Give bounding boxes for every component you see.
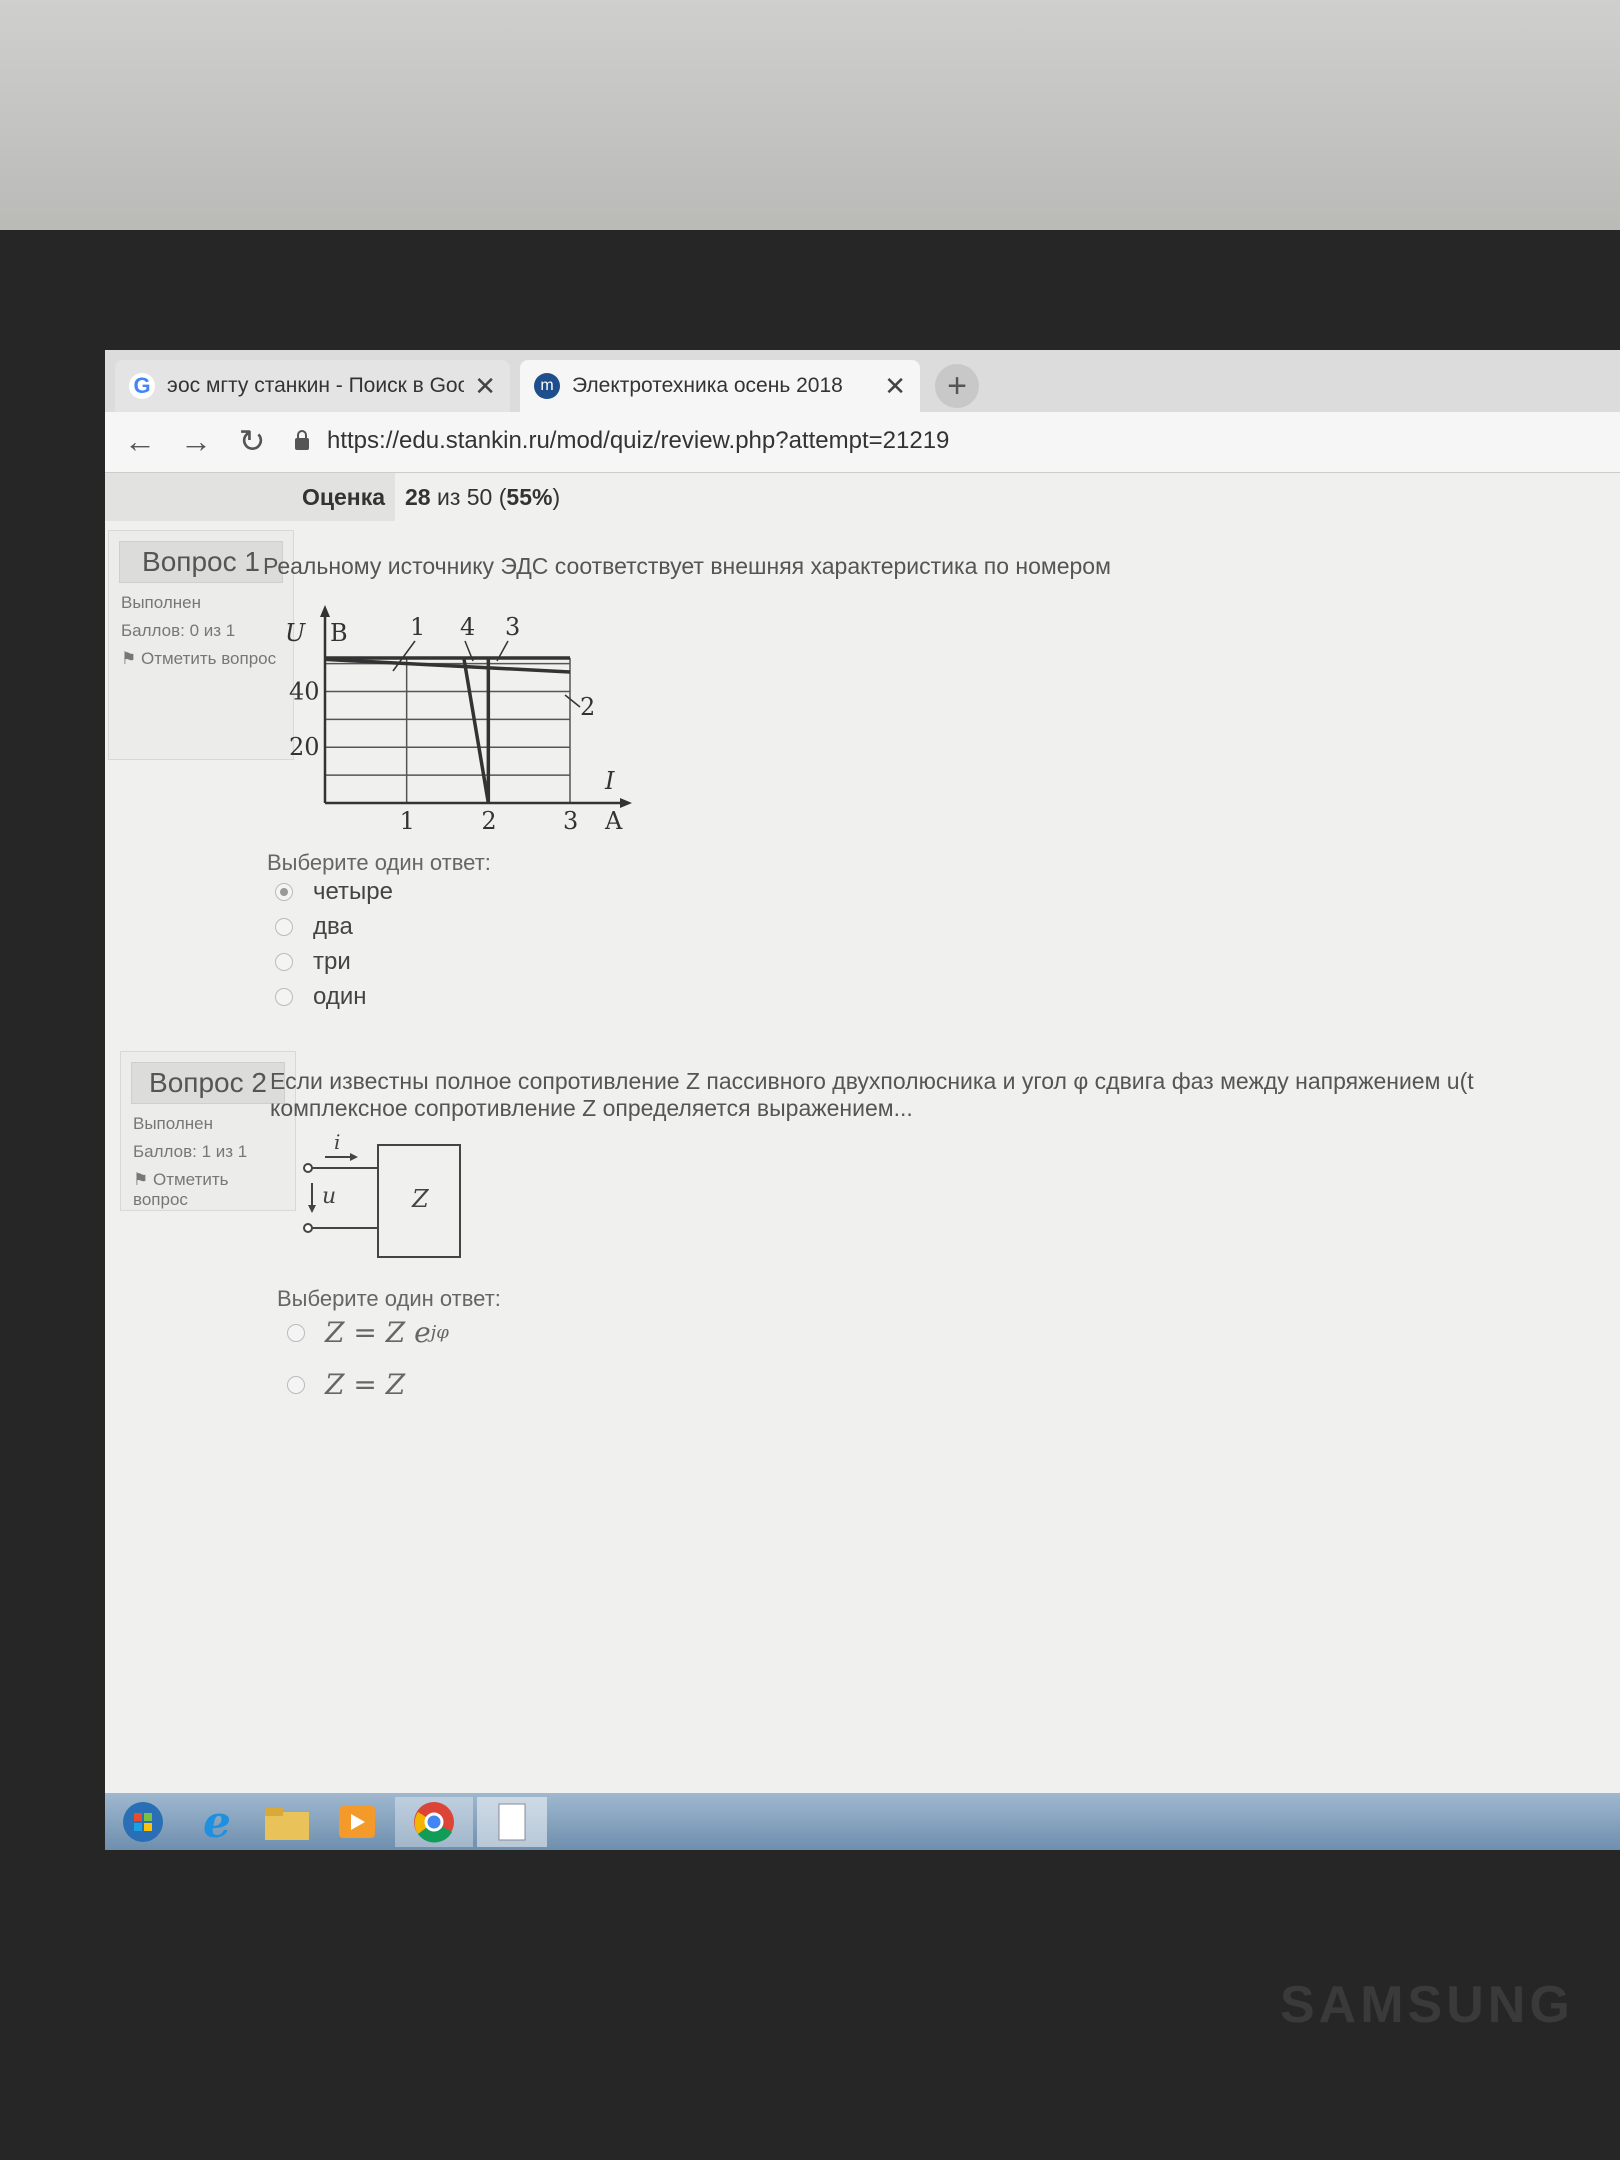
top-terminal (303, 1163, 313, 1173)
x-axis-label: I (604, 767, 615, 795)
option-chetyre[interactable]: четыре (275, 878, 393, 906)
question-number: Вопрос 2 (131, 1062, 285, 1104)
ie-icon[interactable]: e (185, 1797, 249, 1848)
radio-button[interactable] (275, 953, 293, 971)
y-axis-arrow (320, 605, 330, 617)
media-icon[interactable] (325, 1797, 389, 1847)
flag-question-link[interactable]: ⚑ Отметить вопрос (133, 1170, 285, 1210)
moodle-icon: m (534, 373, 560, 399)
question-2-text-line1: Если известны полное сопротивление Z пас… (270, 1068, 1474, 1094)
samsung-logo: SAMSUNG (1280, 1976, 1574, 2034)
y-tick-label: 20 (289, 733, 320, 761)
tab-title: эос мгту станкин - Поиск в Goo (167, 374, 465, 397)
curve-label-1: 1 (410, 613, 425, 641)
radio-button[interactable] (275, 883, 293, 901)
tab-search[interactable]: G эос мгту станкин - Поиск в Goo ✕ (115, 360, 510, 412)
question-1-text: Реальному источнику ЭДС соответствует вн… (263, 553, 1111, 579)
series-line-4 (462, 657, 491, 804)
chrome-icon[interactable] (395, 1797, 473, 1847)
option-tri[interactable]: три (275, 948, 351, 976)
lock-icon (295, 430, 309, 450)
radio-button[interactable] (275, 918, 293, 936)
x-tick-label: 2 (481, 807, 496, 835)
close-icon[interactable]: ✕ (474, 371, 496, 402)
bottom-terminal (303, 1223, 313, 1233)
leader-line-1 (392, 640, 416, 672)
curve-label-3: 3 (505, 613, 520, 641)
y-tick-label: 40 (289, 677, 320, 705)
option-formula-plain[interactable]: Z = Z (287, 1368, 405, 1401)
tab-quiz[interactable]: m Электротехника осень 2018 ✕ (520, 360, 920, 412)
series-line-2 (324, 657, 571, 674)
start-orb-icon[interactable] (113, 1797, 173, 1847)
flag-icon: ⚑ (133, 1170, 149, 1189)
answer-prompt: Выберите один ответ: (277, 1286, 501, 1311)
question-number: Вопрос 1 (119, 541, 283, 583)
option-formula-exp[interactable]: Z = Z e jφ (287, 1316, 449, 1349)
tab-strip: G эос мгту станкин - Поиск в Goo ✕ m Эле… (105, 350, 1620, 412)
document-icon[interactable] (477, 1797, 547, 1847)
chart-labels: 1 2 3 20 40 U B IA 1 4 3 2 (285, 613, 623, 835)
folder-icon[interactable] (255, 1797, 319, 1847)
radio-button[interactable] (287, 1323, 305, 1342)
flag-icon: ⚑ (121, 649, 137, 668)
y-axis-label: U (285, 619, 306, 647)
leader-line-2 (564, 694, 581, 708)
radio-button[interactable] (287, 1375, 305, 1394)
grade-label: Оценка (105, 473, 395, 521)
voltage-arrow-head (308, 1205, 316, 1213)
back-icon[interactable]: ← (119, 420, 161, 462)
option-odin[interactable]: один (275, 983, 366, 1011)
x-tick-label: 1 (400, 807, 415, 835)
current-label: i (334, 1133, 340, 1154)
grade-summary: Оценка 28 из 50 (55%) (105, 473, 705, 521)
forward-icon[interactable]: → (175, 420, 217, 462)
voltage-label: u (322, 1184, 336, 1209)
tab-title: Электротехника осень 2018 (572, 374, 843, 397)
x-tick-label: 3 (563, 807, 578, 835)
answer-prompt: Выберите один ответ: (267, 850, 491, 875)
y-axis-unit: B (330, 619, 348, 647)
question-points: Баллов: 1 из 1 (133, 1142, 248, 1161)
browser-toolbar: ← → ↻ https://edu.stankin.ru/mod/quiz/re… (105, 412, 1620, 473)
current-arrow-head (350, 1153, 358, 1161)
background-wall (0, 0, 1620, 240)
question-status: Выполнен (133, 1114, 213, 1133)
radio-button[interactable] (275, 988, 293, 1006)
reload-icon[interactable]: ↻ (231, 420, 273, 462)
circuit-diagram: i u Z (303, 1133, 461, 1258)
new-tab-button[interactable]: + (935, 364, 979, 408)
windows-taskbar: e (105, 1793, 1620, 1850)
google-icon: G (129, 373, 155, 399)
grade-value: 28 из 50 (55%) (405, 484, 561, 510)
quiz-page: Оценка 28 из 50 (55%) Вопрос 1 Выполнен … (105, 473, 1620, 1793)
curve-label-4: 4 (460, 613, 475, 641)
question-2-text-line2: комплексное сопротивление Z определяется… (270, 1095, 913, 1121)
element-label: Z (411, 1185, 430, 1213)
question-status: Выполнен (121, 593, 201, 612)
close-icon[interactable]: ✕ (884, 371, 906, 402)
characteristic-chart: 1 2 3 20 40 U B IA 1 4 3 2 (285, 605, 632, 835)
option-dva[interactable]: два (275, 913, 353, 941)
x-axis-unit: A (604, 807, 623, 835)
question-points: Баллов: 0 из 1 (121, 621, 236, 640)
chart-series (324, 656, 571, 804)
monitor-screen: G эос мгту станкин - Поиск в Goo ✕ m Эле… (105, 350, 1620, 1850)
flag-question-link[interactable]: ⚑ Отметить вопрос (121, 649, 283, 669)
url-text: https://edu.stankin.ru/mod/quiz/review.p… (327, 427, 950, 454)
address-bar[interactable]: https://edu.stankin.ru/mod/quiz/review.p… (295, 420, 1595, 462)
curve-label-2: 2 (580, 693, 595, 721)
